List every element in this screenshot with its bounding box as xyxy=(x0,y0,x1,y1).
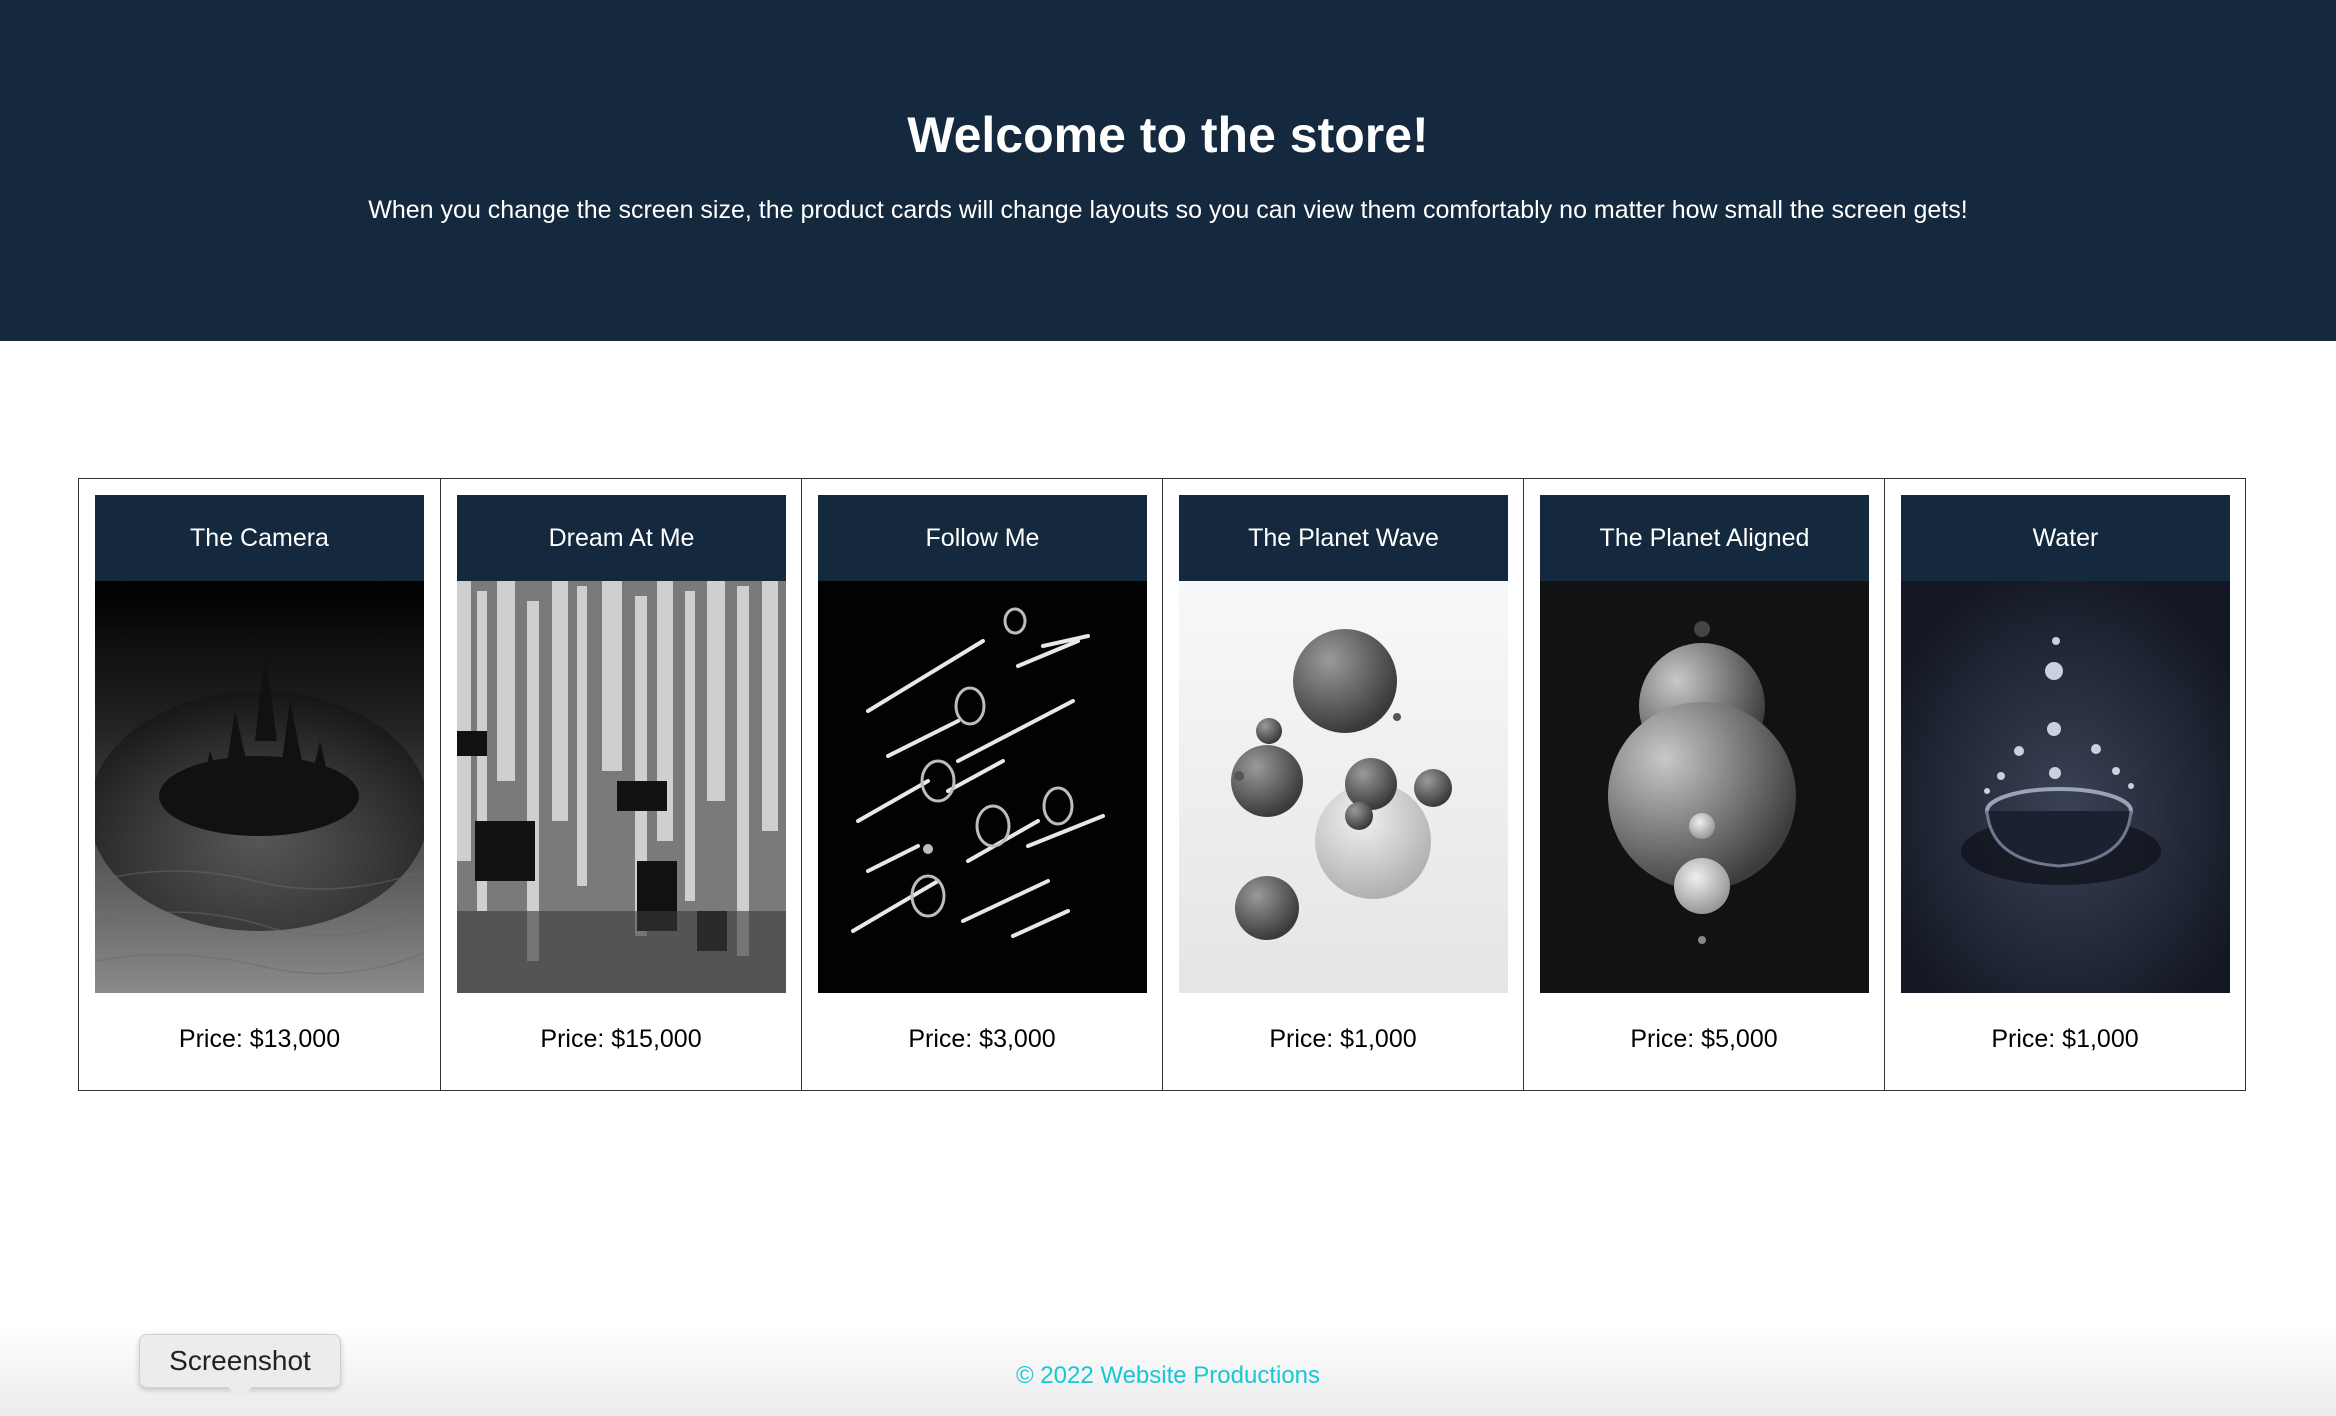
product-price: Price: $3,000 xyxy=(908,1025,1056,1053)
product-title: Water xyxy=(1901,495,2230,581)
product-card[interactable]: Follow Me Price: $3,000 xyxy=(801,479,1162,1090)
product-title: Dream At Me xyxy=(457,495,786,581)
hero-banner: Welcome to the store! When you change th… xyxy=(0,0,2336,341)
dark-spiky-landscape-image xyxy=(95,581,424,993)
product-price: Price: $15,000 xyxy=(540,1025,702,1053)
product-card[interactable]: The Camera Price: $13,000 xyxy=(79,479,440,1090)
product-title: The Planet Wave xyxy=(1179,495,1508,581)
product-price: Price: $1,000 xyxy=(1269,1025,1417,1053)
product-card[interactable]: The Planet Aligned Price: $5,000 xyxy=(1523,479,1884,1090)
chrome-tubes-image xyxy=(818,581,1147,993)
product-card[interactable]: The Planet Wave Price: $1,000 xyxy=(1162,479,1523,1090)
product-price: Price: $13,000 xyxy=(178,1025,341,1053)
aligned-spheres-image xyxy=(1540,581,1869,993)
page-subtitle: When you change the screen size, the pro… xyxy=(368,196,1968,224)
floating-spheres-image xyxy=(1179,581,1508,993)
product-title: The Planet Aligned xyxy=(1540,495,1869,581)
product-card[interactable]: Dream At Me Price: $15,000 xyxy=(440,479,801,1090)
product-title: The Camera xyxy=(95,495,424,581)
screenshot-tooltip: Screenshot xyxy=(139,1334,341,1401)
copyright-footer: © 2022 Website Productions xyxy=(1015,1362,1321,1389)
page-title: Welcome to the store! xyxy=(907,107,1429,163)
product-price: Price: $1,000 xyxy=(1991,1025,2139,1053)
water-splash-image xyxy=(1901,581,2230,993)
product-price: Price: $5,000 xyxy=(1630,1025,1778,1053)
product-title: Follow Me xyxy=(818,495,1147,581)
product-card[interactable]: Water Price: $1,000 xyxy=(1884,479,2245,1090)
product-grid: The Camera Price: $13,000 Dream At Me Pr… xyxy=(78,478,2246,1091)
glitch-texture-image xyxy=(457,581,786,993)
